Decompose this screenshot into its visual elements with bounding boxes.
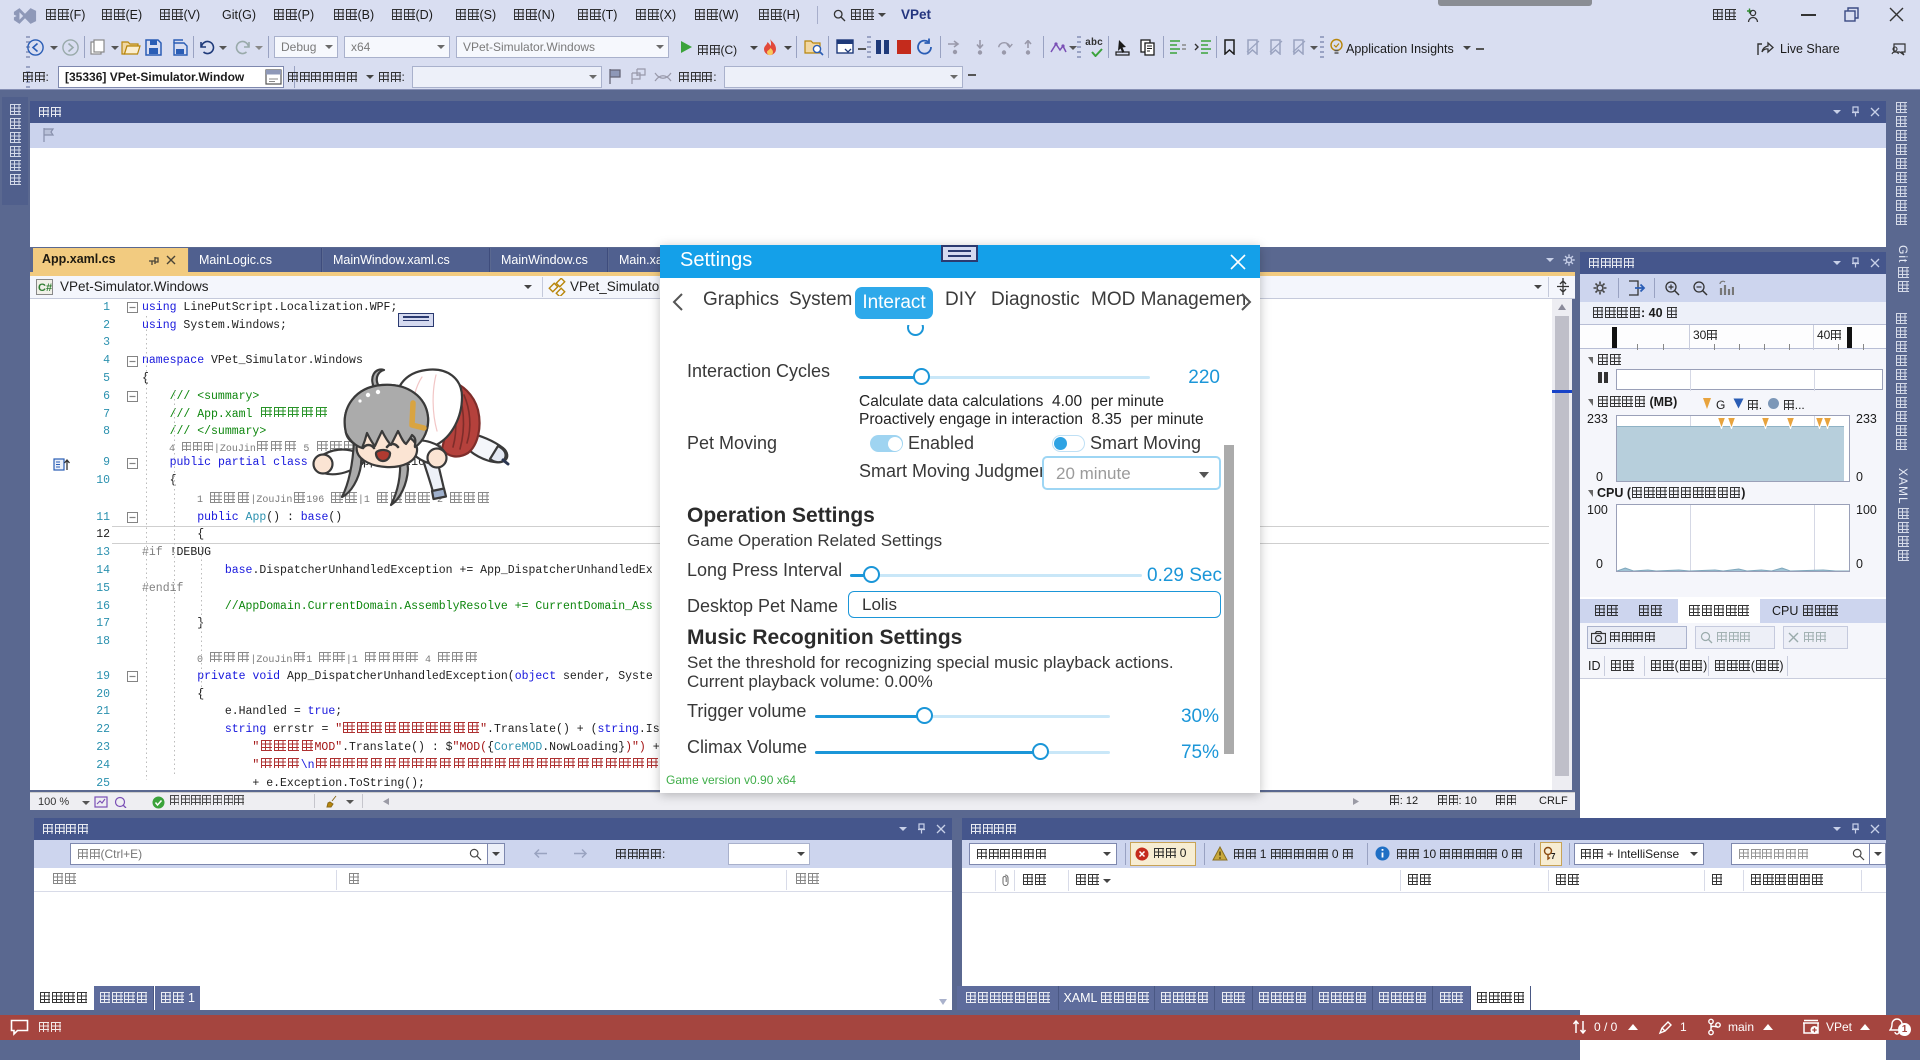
svg-text:7: 7 [1551,852,1556,861]
svg-text:C#: C# [38,282,52,294]
